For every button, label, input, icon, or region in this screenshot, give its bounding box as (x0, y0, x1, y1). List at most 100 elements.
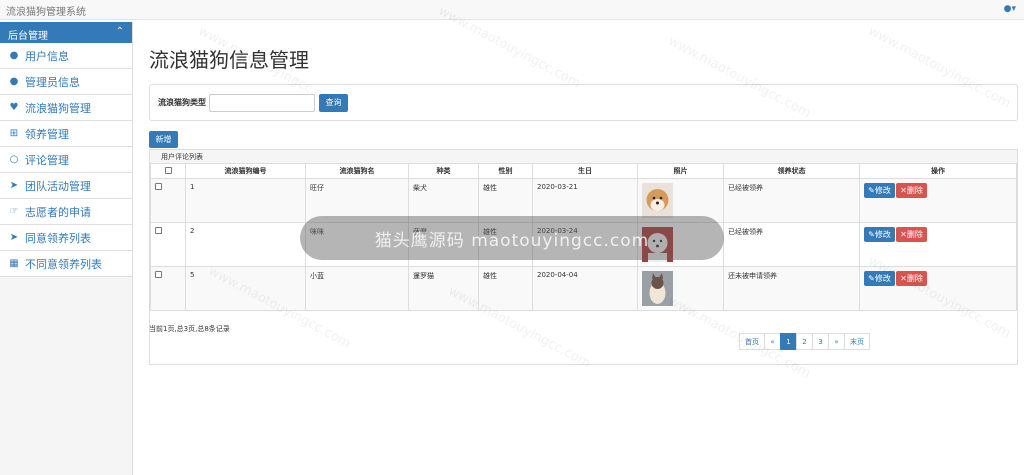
cell-id: 1 (185, 178, 306, 223)
trash-icon: ✕ (900, 274, 907, 283)
add-button[interactable]: 新增 (149, 131, 178, 148)
select-all-checkbox[interactable] (164, 166, 172, 174)
center-watermark: 猫头鹰源码 maotouyingcc.com (300, 216, 724, 260)
row-checkbox[interactable] (155, 183, 162, 190)
trash-icon: ✕ (900, 186, 907, 195)
sidebar-item-label: 评论管理 (25, 153, 69, 167)
cell-actions: ✎修改 ✕删除 (859, 178, 1017, 223)
cell-actions: ✎修改 ✕删除 (859, 266, 1017, 311)
send-icon: ➤ (9, 232, 19, 243)
pencil-icon: ✎ (868, 274, 875, 283)
sidebar-item-label: 同意领养列表 (25, 231, 91, 245)
edit-button[interactable]: ✎修改 (864, 183, 895, 198)
sidebar: 后台管理 ⌃ ● 用户信息 ● 管理员信息 ♥ 流浪猫狗管理 ⊞ 领养管理 ○ … (0, 22, 133, 475)
edit-label: 修改 (874, 186, 891, 195)
table-row: 5 小蓝 暹罗猫 雄性 2020-04-04 还未被申请领养 ✎修改 ✕删除 (150, 266, 1017, 311)
top-navbar: 流浪猫狗管理系统 ●▾ (0, 0, 1024, 20)
search-panel: 流浪猫狗类型 查询 (149, 84, 1018, 121)
sidebar-item-label: 不同意领养列表 (25, 257, 102, 271)
sidebar-item-user-info[interactable]: ● 用户信息 (0, 43, 132, 69)
row-checkbox-cell (150, 266, 186, 311)
delete-button[interactable]: ✕删除 (896, 271, 927, 286)
page-2[interactable]: 2 (796, 333, 813, 350)
delete-button[interactable]: ✕删除 (896, 183, 927, 198)
edit-button[interactable]: ✎修改 (864, 271, 895, 286)
row-checkbox[interactable] (155, 271, 162, 278)
page-last[interactable]: 末页 (844, 333, 870, 350)
sidebar-item-approved-adoptions[interactable]: ➤ 同意领养列表 (0, 225, 132, 251)
cell-id: 5 (185, 266, 306, 311)
pencil-icon: ✎ (868, 186, 875, 195)
select-all-checkbox-cell (150, 163, 186, 179)
user-icon: ● (9, 50, 19, 61)
rocket-icon: ➤ (9, 180, 19, 191)
sidebar-item-label: 管理员信息 (25, 75, 80, 89)
sidebar-item-label: 流浪猫狗管理 (25, 101, 91, 115)
page-3[interactable]: 3 (812, 333, 829, 350)
page-prev[interactable]: « (764, 333, 781, 350)
sidebar-item-comment-management[interactable]: ○ 评论管理 (0, 147, 132, 173)
comment-icon: ○ (9, 154, 19, 165)
column-header: 流浪猫狗编号 (185, 163, 306, 179)
cell-actions: ✎修改 ✕删除 (859, 222, 1017, 267)
plus-square-icon: ⊞ (9, 128, 19, 139)
column-header: 性别 (478, 163, 533, 179)
sidebar-item-team-activity[interactable]: ➤ 团队活动管理 (0, 173, 132, 199)
page-next[interactable]: » (828, 333, 845, 350)
delete-label: 删除 (906, 186, 923, 195)
chevron-up-icon: ⌃ (115, 26, 124, 37)
column-header: 生日 (532, 163, 638, 179)
search-input[interactable] (209, 93, 315, 112)
row-checkbox-cell (150, 178, 186, 223)
sidebar-item-admin-info[interactable]: ● 管理员信息 (0, 69, 132, 95)
column-header: 操作 (859, 163, 1017, 179)
heartbeat-icon: ♥ (9, 102, 19, 113)
edit-label: 修改 (874, 274, 891, 283)
cell-status: 已经被领养 (723, 178, 860, 223)
sidebar-item-adoption-management[interactable]: ⊞ 领养管理 (0, 121, 132, 147)
sidebar-item-label: 领养管理 (25, 127, 69, 141)
cell-photo (637, 266, 724, 311)
delete-label: 删除 (906, 274, 923, 283)
sidebar-item-label: 团队活动管理 (25, 179, 91, 193)
delete-button[interactable]: ✕删除 (896, 227, 927, 242)
shiba-photo (642, 183, 673, 218)
cell-status: 还未被申请领养 (723, 266, 860, 311)
siamese-cat-photo (642, 271, 673, 306)
users-icon: ● (9, 76, 19, 87)
sidebar-item-volunteer-application[interactable]: ☞ 志愿者的申请 (0, 199, 132, 225)
edit-label: 修改 (874, 230, 891, 239)
cell-name: 小蓝 (305, 266, 409, 311)
row-checkbox[interactable] (155, 227, 162, 234)
app-title[interactable]: 流浪猫狗管理系统 (6, 3, 86, 18)
cell-kind: 暹罗猫 (408, 266, 479, 311)
edit-button[interactable]: ✎修改 (864, 227, 895, 242)
pencil-icon: ✎ (868, 230, 875, 239)
page-1[interactable]: 1 (780, 333, 797, 350)
search-label: 流浪猫狗类型 (158, 98, 206, 107)
record-summary: 当前1页,总3页,总8条记录 (149, 325, 230, 333)
cell-id: 2 (185, 222, 306, 267)
sidebar-item-rejected-adoptions[interactable]: ▦ 不同意领养列表 (0, 251, 132, 277)
table-header-row: 流浪猫狗编号 流浪猫狗名 种类 性别 生日 照片 领养状态 操作 (150, 163, 1017, 179)
user-menu[interactable]: ●▾ (1004, 4, 1016, 14)
trash-icon: ✕ (900, 230, 907, 239)
sitemap-icon: ▦ (9, 258, 19, 269)
page-title: 流浪猫狗信息管理 (149, 48, 309, 72)
page-first[interactable]: 首页 (739, 333, 765, 350)
sidebar-item-label: 志愿者的申请 (25, 205, 91, 219)
column-header: 种类 (408, 163, 479, 179)
sidebar-header[interactable]: 后台管理 ⌃ (0, 22, 132, 43)
cell-birthday: 2020-04-04 (532, 266, 638, 311)
caret-down-icon: ▾ (1011, 4, 1016, 14)
delete-label: 删除 (906, 230, 923, 239)
column-header: 领养状态 (723, 163, 860, 179)
query-button[interactable]: 查询 (319, 93, 348, 112)
cell-gender: 雄性 (478, 266, 533, 311)
column-header: 照片 (637, 163, 724, 179)
cell-status: 已经被领养 (723, 222, 860, 267)
sidebar-item-label: 用户信息 (25, 49, 69, 63)
hand-icon: ☞ (9, 206, 19, 217)
row-checkbox-cell (150, 222, 186, 267)
sidebar-item-stray-management[interactable]: ♥ 流浪猫狗管理 (0, 95, 132, 121)
